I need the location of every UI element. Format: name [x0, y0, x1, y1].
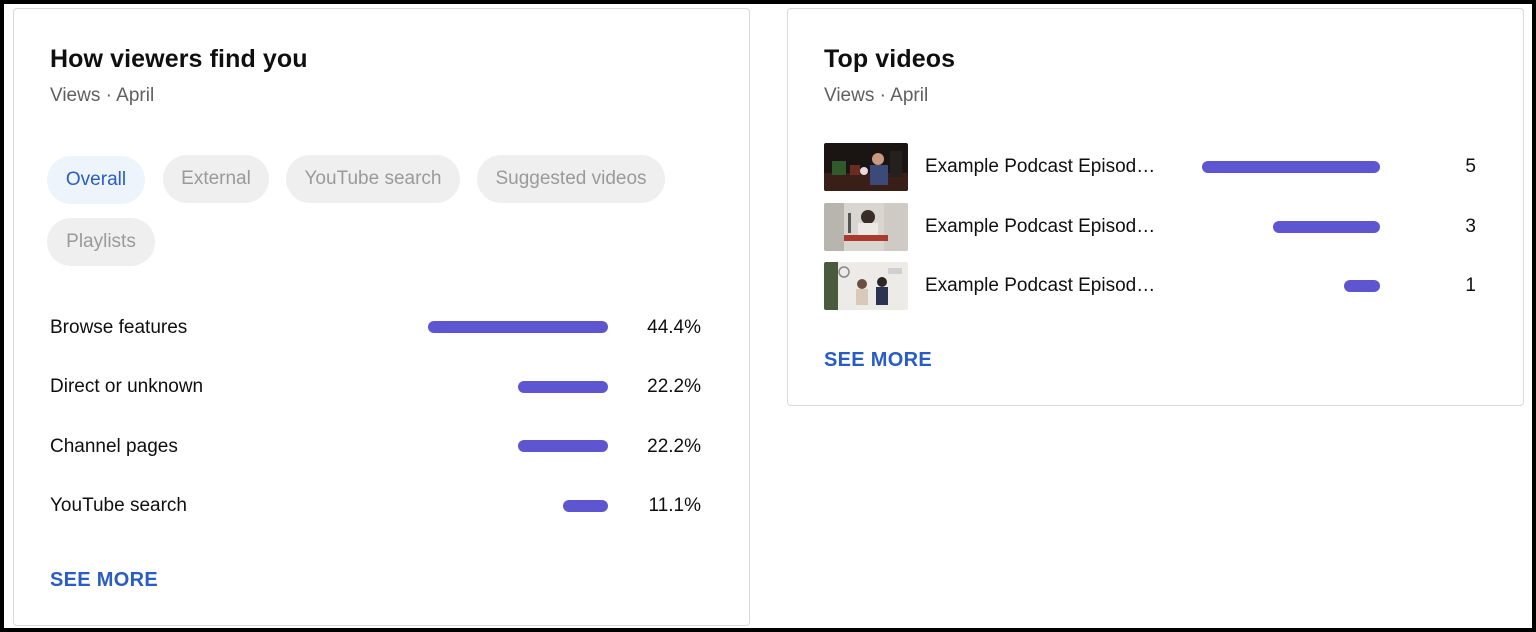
chip-suggested-videos[interactable]: Suggested videos — [477, 155, 665, 203]
video-views: 5 — [1465, 156, 1476, 177]
traffic-row-value: 22.2% — [647, 436, 701, 457]
video-thumbnail[interactable] — [824, 203, 908, 251]
chip-youtube-search[interactable]: YouTube search — [286, 155, 460, 203]
traffic-bar-track — [428, 321, 608, 333]
video-thumbnail[interactable] — [824, 143, 908, 191]
card-subtitle: Views · April — [50, 85, 155, 106]
chip-external[interactable]: External — [163, 155, 269, 203]
traffic-row-label: YouTube search — [50, 495, 187, 516]
video-bar-track — [1202, 161, 1380, 173]
traffic-row-label: Channel pages — [50, 436, 178, 457]
traffic-bar — [563, 500, 608, 512]
video-row[interactable]: Example Podcast Episod… 3 — [824, 203, 1484, 251]
traffic-bar-track — [428, 500, 608, 512]
card-subtitle: Views · April — [824, 85, 929, 106]
video-views: 3 — [1465, 216, 1476, 237]
video-row[interactable]: Example Podcast Episod… 1 — [824, 262, 1484, 310]
video-bar — [1273, 221, 1380, 233]
video-bar-track — [1202, 221, 1380, 233]
video-bar — [1202, 161, 1380, 173]
video-title[interactable]: Example Podcast Episod… — [925, 216, 1155, 238]
card-title: Top videos — [824, 45, 956, 73]
traffic-sources-card: How viewers find you Views · April Overa… — [13, 8, 750, 626]
video-title[interactable]: Example Podcast Episod… — [925, 156, 1155, 178]
video-views: 1 — [1465, 275, 1476, 296]
traffic-row-value: 11.1% — [648, 495, 701, 516]
see-more-link[interactable]: SEE MORE — [824, 349, 932, 372]
chip-overall[interactable]: Overall — [47, 156, 145, 204]
chip-playlists[interactable]: Playlists — [47, 218, 155, 266]
traffic-row-value: 44.4% — [647, 317, 701, 338]
video-title[interactable]: Example Podcast Episod… — [925, 275, 1155, 297]
traffic-bar-track — [428, 381, 608, 393]
card-title: How viewers find you — [50, 45, 308, 73]
traffic-row-label: Direct or unknown — [50, 376, 204, 397]
see-more-link[interactable]: SEE MORE — [50, 569, 158, 592]
traffic-bar — [518, 381, 608, 393]
top-videos-card: Top videos Views · April Example Podcast… — [787, 8, 1524, 406]
traffic-bar-track — [428, 440, 608, 452]
traffic-row-value: 22.2% — [647, 376, 701, 397]
video-thumbnail[interactable] — [824, 262, 908, 310]
traffic-bar — [428, 321, 608, 333]
video-bar-track — [1202, 280, 1380, 292]
video-bar — [1344, 280, 1380, 292]
traffic-bar — [518, 440, 608, 452]
video-row[interactable]: Example Podcast Episod… 5 — [824, 143, 1484, 191]
traffic-row-label: Browse features — [50, 317, 188, 338]
